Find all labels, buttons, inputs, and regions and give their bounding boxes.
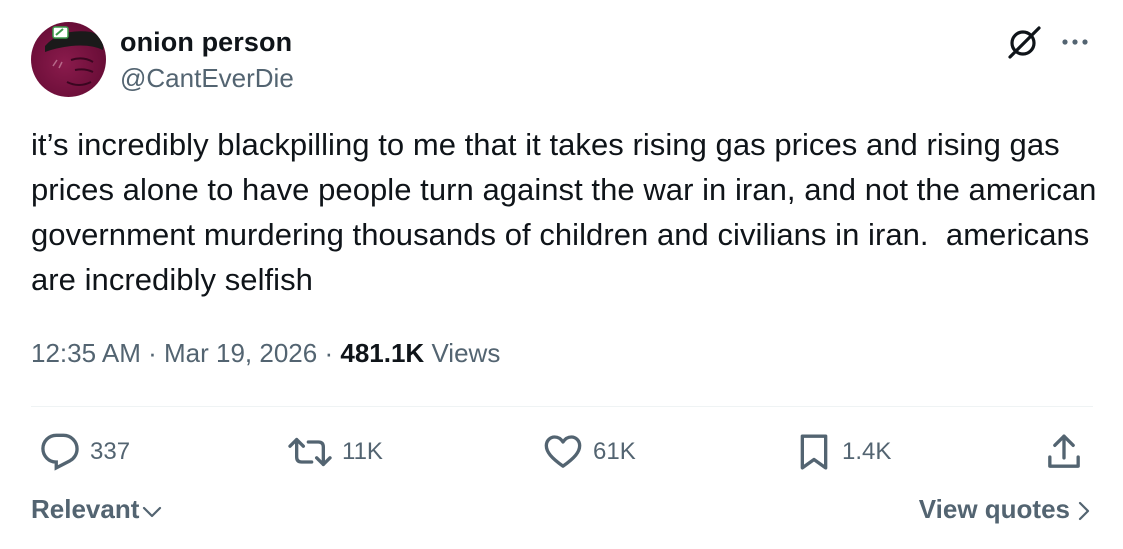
reply-button[interactable]: 337 — [40, 430, 130, 474]
meta-separator: · — [324, 338, 334, 368]
author-display-name[interactable]: onion person — [120, 27, 292, 58]
views-label: Views — [431, 338, 501, 368]
avatar[interactable] — [31, 22, 106, 97]
tweet-card: onion person @CantEverDie it’s incredibl… — [0, 0, 1123, 549]
tweet-meta: 12:35 AM · Mar 19, 2026 · 481.1K Views — [31, 338, 500, 369]
view-quotes-link[interactable]: View quotes — [919, 494, 1090, 525]
repost-button[interactable]: 11K — [288, 430, 383, 474]
more-icon[interactable] — [1059, 30, 1093, 54]
share-button[interactable] — [1044, 430, 1084, 474]
tweet-time[interactable]: 12:35 AM — [31, 338, 141, 368]
sort-label: Relevant — [31, 494, 140, 524]
bookmark-button[interactable]: 1.4K — [796, 430, 891, 474]
heart-icon — [544, 435, 582, 468]
reply-icon — [41, 433, 79, 471]
grok-icon[interactable] — [1006, 24, 1042, 60]
reply-count: 337 — [90, 438, 131, 465]
divider — [31, 406, 1093, 407]
repost-icon — [288, 437, 332, 467]
avatar-onion-icon — [45, 26, 104, 86]
share-icon — [1048, 434, 1080, 468]
bookmark-count: 1.4K — [842, 438, 892, 465]
tweet-date[interactable]: Mar 19, 2026 — [164, 338, 317, 368]
chevron-down-icon — [143, 506, 162, 517]
like-button[interactable]: 61K — [543, 430, 636, 474]
views-count: 481.1K — [340, 338, 425, 368]
view-quotes-label: View quotes — [918, 494, 1070, 524]
sort-dropdown[interactable]: Relevant — [31, 494, 162, 525]
repost-count: 11K — [342, 438, 383, 465]
bookmark-icon — [800, 434, 828, 470]
tweet-text: it’s incredibly blackpilling to me that … — [31, 127, 1106, 297]
chevron-right-icon — [1078, 501, 1090, 521]
meta-separator: · — [148, 338, 157, 368]
author-handle[interactable]: @CantEverDie — [120, 63, 294, 94]
like-count: 61K — [593, 438, 636, 465]
